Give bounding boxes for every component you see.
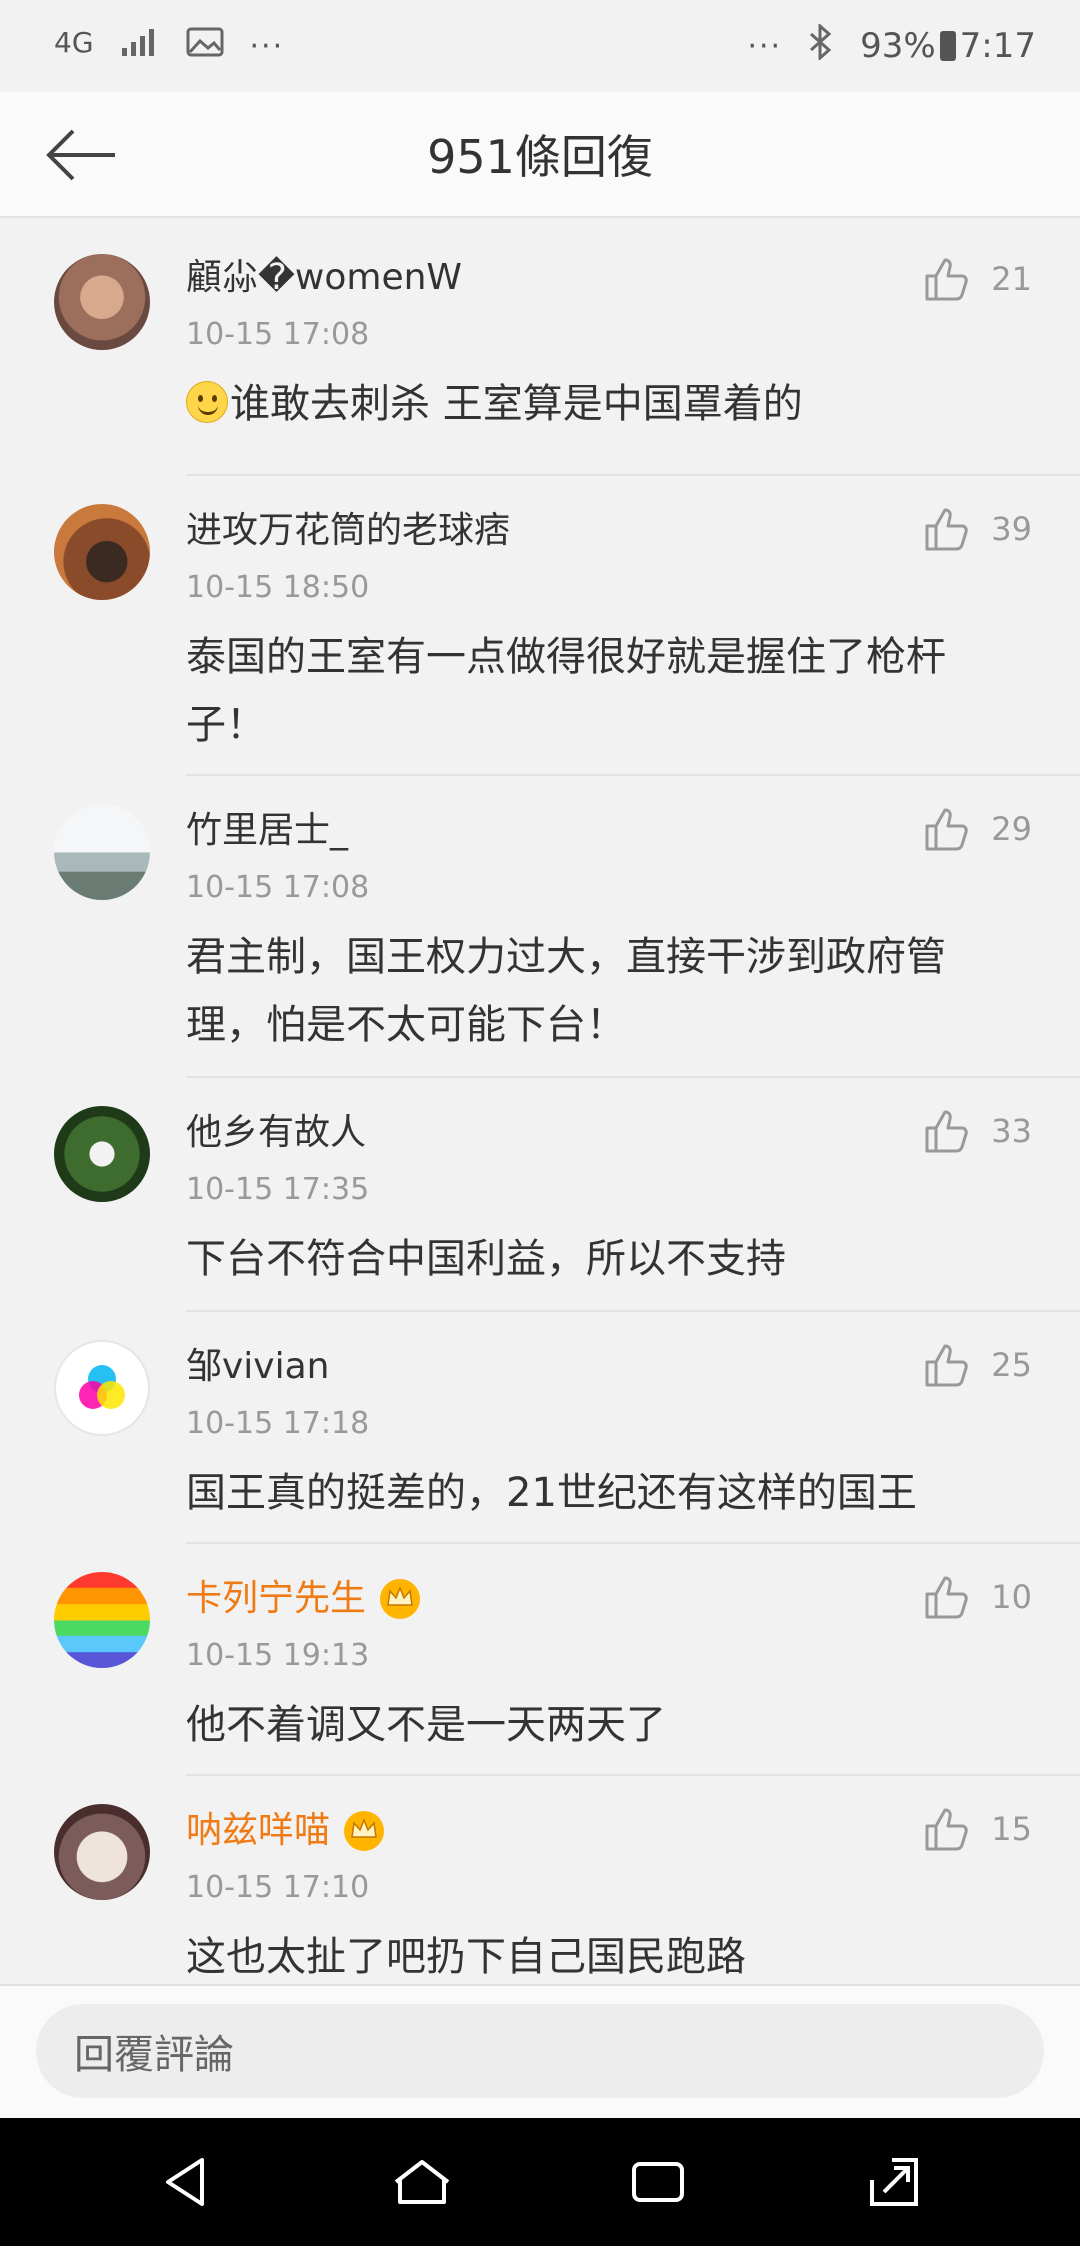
- comment-item: 卡列宁先生 10-15 19:13 他不着调又不是一天两天了 10: [54, 1544, 1080, 1776]
- like-button[interactable]: 25: [923, 1342, 1032, 1388]
- comment-time: 10-15 17:18: [186, 1406, 370, 1441]
- battery-icon: [939, 31, 956, 61]
- nav-recents-button[interactable]: [618, 2142, 698, 2222]
- status-right: ··· 93% 7:17: [747, 22, 1036, 69]
- comment-item: 邹vivian 10-15 17:18 国王真的挺差的，21世纪还有这样的国王 …: [54, 1312, 1080, 1544]
- like-count: 15: [991, 1810, 1032, 1848]
- comment-text: 君主制，国王权力过大，直接干涉到政府管理，怕是不太可能下台！: [186, 934, 946, 1048]
- thumbs-up-icon: [925, 1576, 969, 1619]
- smile-emoji-icon: [186, 381, 228, 423]
- like-button[interactable]: 39: [923, 506, 1032, 552]
- commenter-name-text: 呐兹咩喵: [186, 1810, 331, 1851]
- avatar[interactable]: [54, 1804, 150, 1900]
- comment-time: 10-15 17:35: [186, 1172, 370, 1207]
- comment-time: 10-15 17:08: [186, 870, 370, 905]
- like-count: 29: [991, 810, 1032, 848]
- color-circles-icon: [79, 1365, 125, 1409]
- commenter-name-text: 邹vivian: [186, 1346, 330, 1387]
- like-count: 25: [991, 1346, 1032, 1384]
- comment-item: 顧尛�womenW 10-15 17:08 谁敢去刺杀 王室算是中国罩着的 21: [54, 226, 1080, 476]
- like-button[interactable]: 29: [923, 806, 1032, 852]
- like-button[interactable]: 33: [923, 1108, 1032, 1154]
- comment-time: 10-15 19:13: [186, 1638, 370, 1673]
- page-title: 951條回復: [427, 130, 653, 184]
- comment-time: 10-15 17:10: [186, 1870, 370, 1905]
- clock: 7:17: [959, 26, 1036, 66]
- thumbs-up-icon: [925, 508, 969, 551]
- like-count: 33: [991, 1112, 1032, 1150]
- comment-text: 谁敢去刺杀 王室算是中国罩着的: [186, 370, 1080, 438]
- comment-item: 竹里居士_ 10-15 17:08 君主制，国王权力过大，直接干涉到政府管理，怕…: [54, 776, 1080, 1078]
- comment-item: 进攻万花筒的老球痞 10-15 18:50 泰国的王室有一点做得很好就是握住了枪…: [54, 476, 1080, 776]
- nav-home-button[interactable]: [382, 2142, 462, 2222]
- like-button[interactable]: 21: [923, 256, 1032, 302]
- status-left: 4G ···: [54, 26, 284, 67]
- battery-indicator: 93% 7:17: [860, 26, 1036, 66]
- avatar[interactable]: [54, 254, 150, 350]
- nav-back-button[interactable]: [146, 2142, 226, 2222]
- reply-input[interactable]: 回覆評論: [36, 2004, 1044, 2098]
- home-icon: [394, 2160, 450, 2204]
- network-type: 4G: [54, 25, 94, 59]
- header: 951條回復: [0, 92, 1080, 218]
- comment-time: 10-15 17:08: [186, 317, 370, 352]
- battery-percent: 93%: [860, 26, 936, 66]
- commenter-name-text: 竹里居士_: [186, 810, 349, 851]
- navigation-bar: [0, 2118, 1080, 2246]
- image-icon: [186, 26, 224, 67]
- comment-page: 4G ··· ··· 93% 7:17 951條回復 顧尛�womenW 10-…: [0, 0, 1080, 2246]
- like-button[interactable]: 10: [923, 1574, 1032, 1620]
- expand-icon: [870, 2158, 918, 2206]
- comment-list: 顧尛�womenW 10-15 17:08 谁敢去刺杀 王室算是中国罩着的 21…: [0, 226, 1080, 1998]
- arrow-left-icon: [46, 129, 115, 181]
- status-dots-right: ···: [747, 28, 783, 64]
- comment-text-body: 谁敢去刺杀 王室算是中国罩着的: [230, 381, 803, 427]
- avatar[interactable]: [54, 1106, 150, 1202]
- avatar[interactable]: [54, 504, 150, 600]
- signal-icon: [120, 26, 160, 67]
- status-bar: 4G ··· ··· 93% 7:17: [0, 0, 1080, 92]
- vip-crown-icon: [380, 1579, 421, 1619]
- thumbs-up-icon: [925, 258, 969, 301]
- like-count: 10: [991, 1578, 1032, 1616]
- status-dots-left: ···: [249, 28, 285, 64]
- commenter-name-text: 他乡有故人: [186, 1112, 367, 1153]
- commenter-name-text: 卡列宁先生: [186, 1578, 367, 1619]
- like-button[interactable]: 15: [923, 1806, 1032, 1852]
- thumbs-up-icon: [925, 1344, 969, 1387]
- like-count: 39: [991, 510, 1032, 548]
- recents-icon: [632, 2162, 684, 2202]
- thumbs-up-icon: [925, 1110, 969, 1153]
- like-count: 21: [991, 260, 1032, 298]
- comment-item: 他乡有故人 10-15 17:35 下台不符合中国利益，所以不支持 33: [54, 1078, 1080, 1312]
- thumbs-up-icon: [925, 808, 969, 851]
- bluetooth-icon: [808, 22, 834, 69]
- back-button[interactable]: [40, 118, 122, 192]
- avatar[interactable]: [54, 804, 150, 900]
- comment-time: 10-15 18:50: [186, 570, 370, 605]
- comment-text: 这也太扯了吧扔下自己国民跑路: [186, 1934, 746, 1980]
- comment-text: 下台不符合中国利益，所以不支持: [186, 1236, 786, 1282]
- vip-crown-icon: [344, 1811, 385, 1851]
- nav-fullscreen-button[interactable]: [854, 2142, 934, 2222]
- comment-text: 国王真的挺差的，21世纪还有这样的国王: [186, 1470, 917, 1516]
- comment-text: 他不着调又不是一天两天了: [186, 1702, 666, 1748]
- commenter-name-text: 顧尛�womenW: [186, 257, 463, 298]
- comment-text: 泰国的王室有一点做得很好就是握住了枪杆子！: [186, 634, 946, 748]
- commenter-name-text: 进攻万花筒的老球痞: [186, 510, 511, 551]
- avatar[interactable]: [54, 1340, 150, 1436]
- comment-item: 呐兹咩喵 10-15 17:10 这也太扯了吧扔下自己国民跑路 15: [54, 1776, 1080, 1998]
- thumbs-up-icon: [925, 1808, 969, 1851]
- triangle-back-icon: [166, 2158, 204, 2206]
- avatar[interactable]: [54, 1572, 150, 1668]
- reply-bar: 回覆評論: [0, 1984, 1080, 2118]
